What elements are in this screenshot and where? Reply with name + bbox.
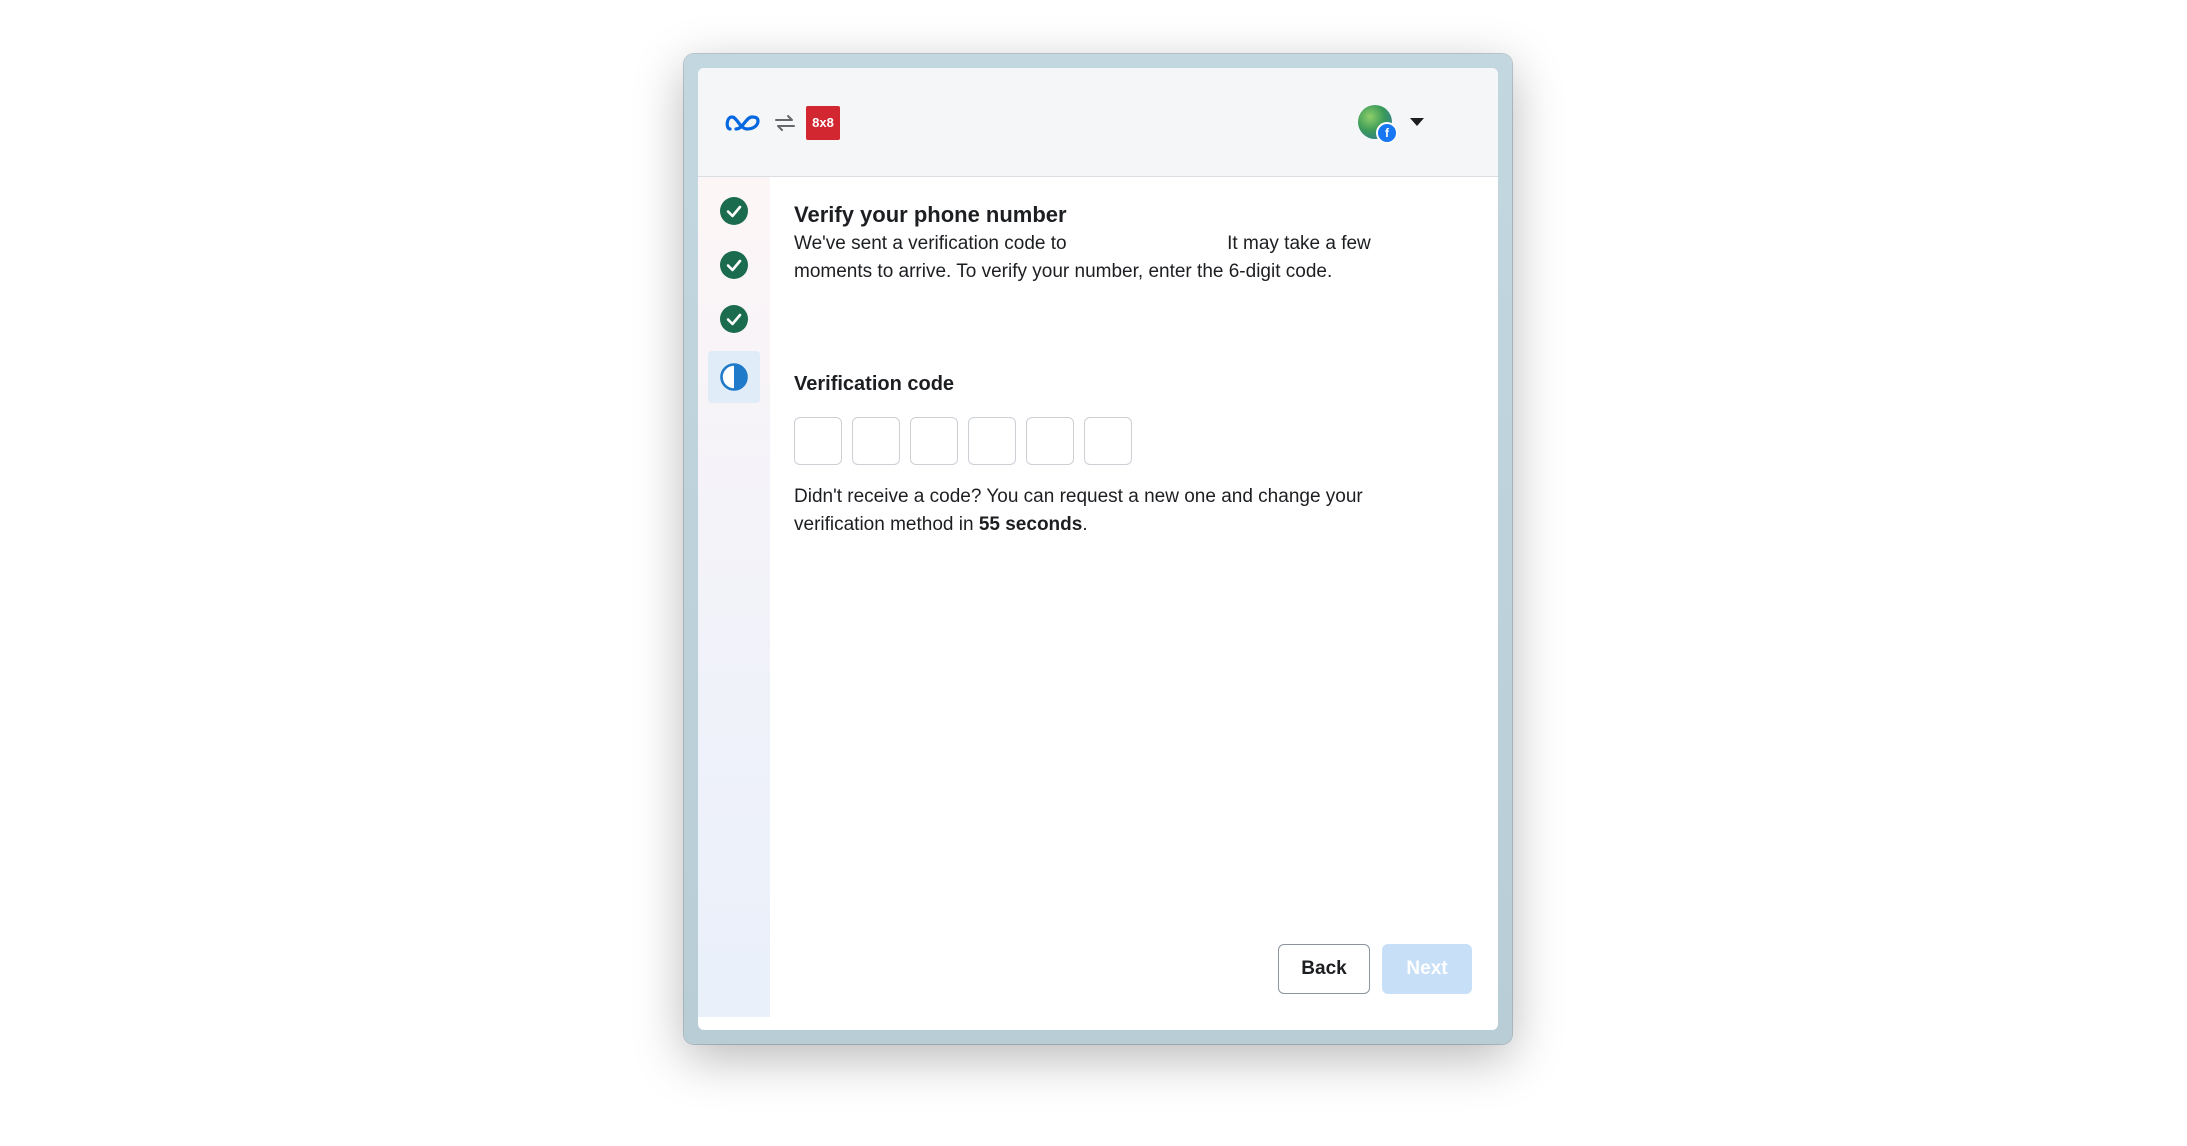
account-switcher[interactable]: f (1358, 102, 1428, 144)
facebook-badge-icon: f (1376, 122, 1398, 144)
chevron-down-icon (1410, 118, 1424, 126)
partner-logo: 8x8 (806, 106, 840, 140)
check-circle-icon (720, 251, 748, 279)
back-button[interactable]: Back (1278, 944, 1370, 994)
code-digit-5[interactable] (1026, 417, 1074, 465)
resend-suffix: . (1082, 514, 1088, 535)
resend-countdown: 55 seconds (978, 514, 1083, 535)
code-digit-6[interactable] (1084, 417, 1132, 465)
meta-logo-icon (725, 115, 760, 131)
check-circle-icon (720, 197, 748, 225)
code-digit-1[interactable] (794, 417, 842, 465)
description-part1: We've sent a verification code to (794, 233, 1067, 254)
resend-info: Didn't receive a code? You can request a… (794, 483, 1434, 539)
dialog-header: 8x8 f (698, 68, 1498, 177)
next-button[interactable]: Next (1382, 944, 1472, 994)
code-label: Verification code (794, 373, 955, 395)
main-content: Verify your phone number We've sent a ve… (794, 200, 1474, 535)
code-digit-4[interactable] (968, 417, 1016, 465)
code-digit-2[interactable] (852, 417, 900, 465)
code-digit-3[interactable] (910, 417, 958, 465)
half-circle-icon (720, 363, 748, 391)
page-title: Verify your phone number (794, 202, 1067, 227)
check-circle-icon (720, 305, 748, 333)
progress-stepper (698, 177, 770, 1017)
swap-arrows-icon (775, 115, 795, 131)
description: We've sent a verification code to It may… (794, 230, 1414, 286)
verification-dialog: 8x8 f Verify your phone number We've sen… (698, 68, 1498, 1030)
